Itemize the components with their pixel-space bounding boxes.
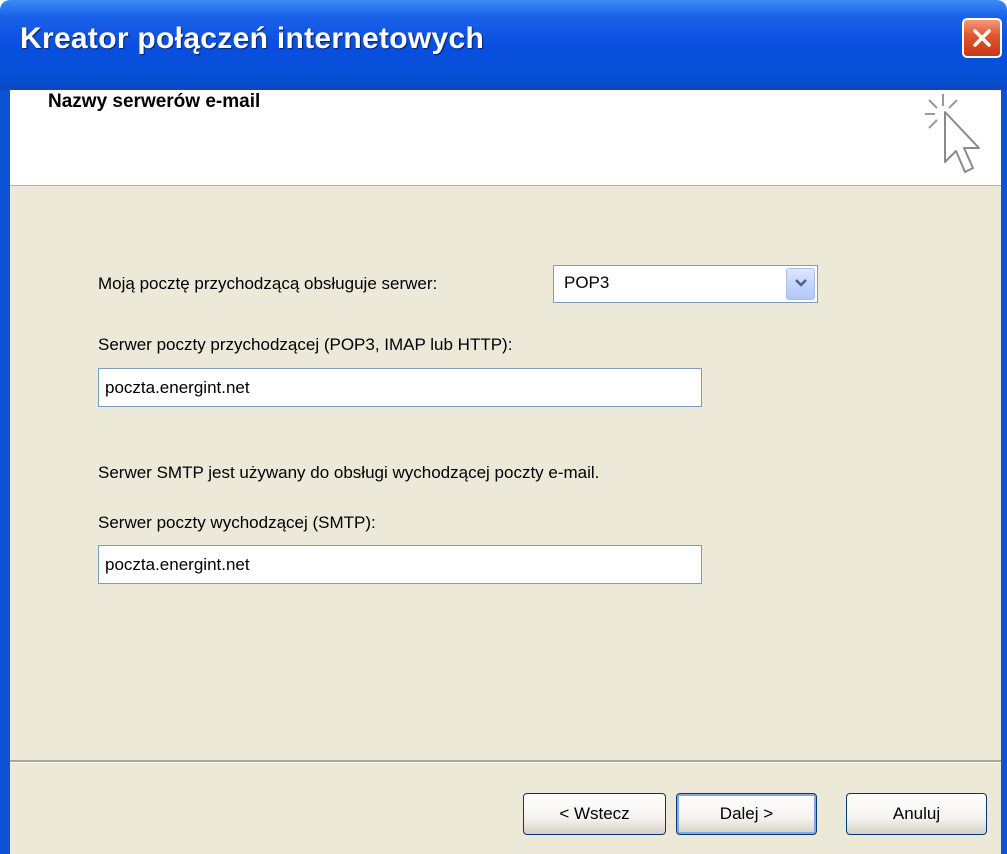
window-frame-left (0, 90, 10, 854)
outgoing-server-label: Serwer poczty wychodzącej (SMTP): (98, 513, 376, 532)
window-frame-right (1001, 90, 1007, 854)
incoming-server-type-value: POP3 (564, 273, 610, 292)
incoming-server-label: Serwer poczty przychodzącej (POP3, IMAP … (98, 335, 513, 354)
dropdown-button[interactable] (786, 268, 815, 300)
smtp-info-text: Serwer SMTP jest używany do obsługi wych… (98, 463, 600, 482)
chevron-down-icon (794, 275, 808, 293)
wizard-window: Kreator połączeń internetowych Nazwy ser… (0, 0, 1007, 854)
wizard-footer: < Wstecz Dalej > Anuluj (10, 763, 1001, 854)
cancel-button[interactable]: Anuluj (846, 793, 987, 835)
window-title: Kreator połączeń internetowych (20, 22, 485, 55)
incoming-type-label: Moją pocztę przychodzącą obsługuje serwe… (98, 274, 438, 293)
outgoing-server-input[interactable] (98, 545, 702, 584)
next-button[interactable]: Dalej > (676, 793, 817, 835)
title-bar[interactable]: Kreator połączeń internetowych (0, 0, 1007, 90)
close-button[interactable] (962, 18, 1002, 58)
close-icon (971, 27, 993, 49)
incoming-server-type-select[interactable]: POP3 (553, 265, 818, 303)
incoming-server-input[interactable] (98, 368, 702, 407)
wizard-header: Nazwy serwerów e-mail (10, 90, 1001, 186)
back-button[interactable]: < Wstecz (523, 793, 666, 835)
wizard-content: Moją pocztę przychodzącą obsługuje serwe… (10, 186, 1001, 761)
page-title: Nazwy serwerów e-mail (48, 91, 261, 112)
wizard-cursor-icon (915, 90, 995, 190)
